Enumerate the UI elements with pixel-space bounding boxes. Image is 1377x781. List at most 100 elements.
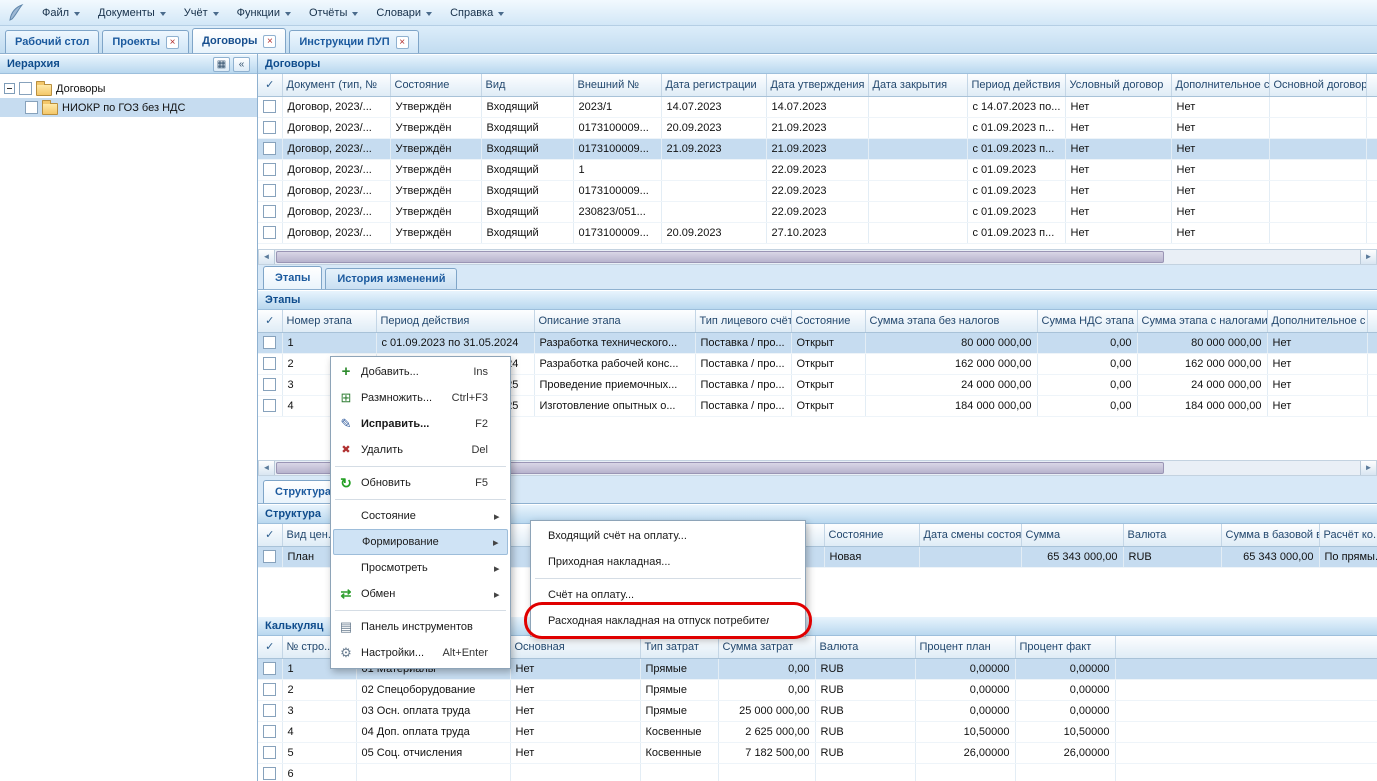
row-checkbox[interactable] [263, 662, 276, 675]
menu-item-settings[interactable]: ⚙Настройки...Alt+Enter [333, 640, 508, 666]
menu-dictionaries[interactable]: Словари [367, 4, 441, 22]
row-checkbox[interactable] [263, 205, 276, 218]
column-header[interactable]: Сумма НДС этапа [1037, 310, 1137, 332]
table-row[interactable]: 303 Осн. оплата трудаНетПрямые25 000 000… [258, 700, 1377, 721]
table-row[interactable]: Договор, 2023/...УтверждёнВходящий017310… [258, 222, 1377, 243]
tab-projects[interactable]: Проекты× [102, 30, 189, 53]
collapse-panel-icon[interactable]: « [233, 57, 250, 72]
column-header[interactable]: Описание этапа [534, 310, 695, 332]
menu-item-generate[interactable]: Формирование▸ [333, 529, 508, 555]
column-header[interactable]: Сумма [1021, 524, 1123, 546]
column-header[interactable]: Дополнительное с [1267, 310, 1367, 332]
submenu-item-expense-note-consumers[interactable]: Расходная накладная на отпуск потребител… [533, 608, 803, 634]
column-header[interactable]: Состояние [791, 310, 865, 332]
menu-item-delete[interactable]: ✖УдалитьDel [333, 437, 508, 463]
close-icon[interactable]: × [396, 36, 409, 49]
row-checkbox[interactable] [263, 121, 276, 134]
menu-accounting[interactable]: Учёт [175, 4, 228, 22]
tab-stages[interactable]: Этапы [263, 266, 322, 289]
column-header[interactable]: Период действия [967, 74, 1065, 96]
column-header[interactable]: Дата регистрации [661, 74, 766, 96]
tab-desktop[interactable]: Рабочий стол [5, 30, 99, 53]
row-checkbox[interactable] [263, 399, 276, 412]
menu-item-toolbar-panel[interactable]: ▤Панель инструментов [333, 614, 508, 640]
menu-file[interactable]: Файл [33, 4, 89, 22]
column-header[interactable]: Основная [510, 636, 640, 658]
column-header[interactable]: Процент факт [1015, 636, 1115, 658]
tree-node-niokr[interactable]: НИОКР по ГОЗ без НДС [0, 98, 257, 117]
scrollbar-thumb[interactable] [276, 251, 1164, 263]
table-row[interactable]: Договор, 2023/...УтверждёнВходящий017310… [258, 117, 1377, 138]
column-header[interactable]: ✓ [258, 524, 282, 546]
table-row[interactable]: Договор, 2023/...УтверждёнВходящий122.09… [258, 159, 1377, 180]
column-header[interactable]: Сумма затрат [718, 636, 815, 658]
column-header[interactable]: Состояние [390, 74, 481, 96]
table-row[interactable]: 505 Соц. отчисленияНетКосвенные7 182 500… [258, 742, 1377, 763]
column-header[interactable]: ✓ [258, 310, 282, 332]
row-checkbox[interactable] [263, 550, 276, 563]
tab-change-history[interactable]: История изменений [325, 268, 457, 289]
column-header[interactable]: ✓ [258, 74, 282, 96]
column-header[interactable]: Вид [481, 74, 573, 96]
row-checkbox[interactable] [263, 100, 276, 113]
row-checkbox[interactable] [263, 163, 276, 176]
menu-item-state[interactable]: Состояние▸ [333, 503, 508, 529]
tab-contracts[interactable]: Договоры× [192, 28, 286, 53]
scroll-right-icon[interactable]: ► [1360, 250, 1376, 264]
column-header[interactable]: Дата смены состоя [919, 524, 1021, 546]
row-checkbox[interactable] [263, 746, 276, 759]
row-checkbox[interactable] [263, 226, 276, 239]
column-header[interactable]: Расчёт ко... [1319, 524, 1377, 546]
row-checkbox[interactable] [263, 767, 276, 780]
submenu-item-incoming-payment-invoice[interactable]: Входящий счёт на оплату... [533, 523, 803, 549]
row-checkbox[interactable] [263, 378, 276, 391]
submenu-item-payment-invoice[interactable]: Счёт на оплату... [533, 582, 803, 608]
column-header[interactable]: Условный договор [1065, 74, 1171, 96]
scroll-left-icon[interactable]: ◄ [259, 250, 275, 264]
row-checkbox[interactable] [263, 336, 276, 349]
column-header[interactable]: Тип лицевого счёт [695, 310, 791, 332]
row-checkbox[interactable] [263, 142, 276, 155]
node-checkbox[interactable] [25, 101, 38, 114]
menu-item-edit[interactable]: ✎Исправить...F2 [333, 411, 508, 437]
table-row[interactable]: 404 Доп. оплата трудаНетКосвенные2 625 0… [258, 721, 1377, 742]
column-header[interactable]: Документ (тип, № [282, 74, 390, 96]
column-header[interactable]: Сумма этапа с налогами [1137, 310, 1267, 332]
tab-instructions[interactable]: Инструкции ПУП× [289, 30, 418, 53]
menu-documents[interactable]: Документы [89, 4, 175, 22]
menu-reports[interactable]: Отчёты [300, 4, 367, 22]
column-header[interactable]: Внешний № [573, 74, 661, 96]
tree-node-contracts[interactable]: Договоры [0, 79, 257, 98]
column-header[interactable]: Тип затрат [640, 636, 718, 658]
table-row[interactable]: 202 СпецоборудованиеНетПрямые0,00RUB0,00… [258, 679, 1377, 700]
table-row[interactable]: 1с 01.09.2023 по 31.05.2024Разработка те… [258, 332, 1377, 353]
collapse-node-icon[interactable] [4, 83, 15, 94]
column-header[interactable]: Валюта [815, 636, 915, 658]
column-header[interactable]: Состояние [824, 524, 919, 546]
column-header[interactable]: Номер этапа [282, 310, 376, 332]
column-header[interactable]: Дата утверждения [766, 74, 868, 96]
menu-item-view[interactable]: Просмотреть▸ [333, 555, 508, 581]
menu-item-add[interactable]: +Добавить...Ins [333, 359, 508, 385]
column-header[interactable]: Дополнительное с [1171, 74, 1269, 96]
row-checkbox[interactable] [263, 704, 276, 717]
close-icon[interactable]: × [263, 35, 276, 48]
scroll-right-icon[interactable]: ► [1360, 461, 1376, 475]
node-checkbox[interactable] [19, 82, 32, 95]
column-header[interactable]: Процент план [915, 636, 1015, 658]
table-row[interactable]: Договор, 2023/...УтверждёнВходящий017310… [258, 180, 1377, 201]
column-header[interactable]: Основной договор [1269, 74, 1366, 96]
row-checkbox[interactable] [263, 725, 276, 738]
table-row[interactable]: 6 [258, 763, 1377, 781]
menu-help[interactable]: Справка [441, 4, 513, 22]
menu-functions[interactable]: Функции [228, 4, 300, 22]
row-checkbox[interactable] [263, 683, 276, 696]
column-header[interactable]: Сумма в базовой в [1221, 524, 1319, 546]
column-header[interactable] [1115, 636, 1377, 658]
menu-item-exchange[interactable]: ⇄Обмен▸ [333, 581, 508, 607]
submenu-item-receipt-note[interactable]: Приходная накладная... [533, 549, 803, 575]
menu-item-duplicate[interactable]: ⊞Размножить...Ctrl+F3 [333, 385, 508, 411]
row-checkbox[interactable] [263, 357, 276, 370]
column-header[interactable] [1367, 310, 1377, 332]
column-header[interactable]: Период действия [376, 310, 534, 332]
